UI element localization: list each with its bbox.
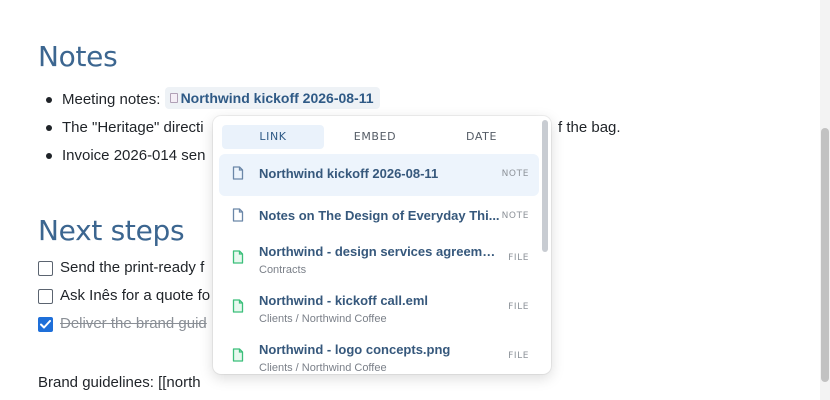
bullet-text-tail: f the bag. — [558, 119, 621, 136]
next-steps-heading: Next steps — [38, 214, 185, 247]
task-item: Deliver the brand guid — [38, 310, 210, 338]
file-icon — [232, 250, 244, 264]
suggestion-kind: FILE — [508, 351, 529, 361]
bullet-item: Meeting notes: Northwind kickoff 2026-08… — [38, 86, 380, 114]
suggestion-title: Notes on The Design of Everyday Thi... — [259, 208, 500, 223]
suggestion-item[interactable]: Northwind kickoff 2026-08-11 NOTE — [219, 154, 539, 196]
task-text: Send the print-ready f — [60, 259, 205, 276]
checkmark-icon — [40, 319, 51, 328]
suggestion-title: Northwind - logo concepts.png — [259, 342, 451, 357]
suggestion-title: Northwind - design services agreemen... — [259, 244, 501, 259]
task-text: Ask Inês for a quote fo — [60, 287, 211, 304]
suggestion-item[interactable]: Northwind - logo concepts.png Clients / … — [219, 336, 539, 374]
tab-date[interactable]: DATE — [426, 125, 537, 149]
editor-scrollbar-thumb[interactable] — [821, 128, 829, 382]
suggestion-path: Clients / Northwind Coffee — [259, 362, 387, 374]
popover-scrollbar-thumb[interactable] — [542, 120, 548, 252]
bullet-text: The "Heritage" directi — [62, 119, 204, 136]
task-checkbox-checked[interactable] — [38, 316, 53, 332]
task-list: Send the print-ready f Ask Inês for a qu… — [38, 254, 210, 338]
tab-embed[interactable]: EMBED — [324, 125, 426, 149]
suggestion-item[interactable]: Northwind - design services agreemen... … — [219, 238, 539, 287]
suggestion-path: Clients / Northwind Coffee — [259, 313, 387, 325]
suggestion-kind: NOTE — [501, 211, 529, 221]
file-icon — [232, 299, 244, 313]
note-icon — [169, 93, 178, 103]
task-checkbox[interactable] — [38, 288, 53, 304]
notes-heading: Notes — [38, 40, 118, 73]
popover-tabs: LINK EMBED DATE — [222, 125, 537, 149]
suggestion-kind: FILE — [508, 253, 529, 263]
task-item: Ask Inês for a quote fo — [38, 282, 210, 310]
suggestion-title: Northwind kickoff 2026-08-11 — [259, 166, 439, 181]
suggestion-item[interactable]: Northwind - kickoff call.eml Clients / N… — [219, 287, 539, 336]
note-icon — [232, 208, 244, 222]
note-mention-link[interactable]: Northwind kickoff 2026-08-11 — [164, 87, 380, 109]
note-icon — [232, 166, 244, 180]
suggestion-list: Northwind kickoff 2026-08-11 NOTE Notes … — [219, 154, 539, 374]
file-icon — [232, 348, 244, 362]
brand-guidelines-line[interactable]: Brand guidelines: [[north — [38, 374, 201, 391]
bullet-prefix: Meeting notes: — [62, 91, 165, 108]
suggestion-kind: FILE — [508, 302, 529, 312]
tab-link[interactable]: LINK — [222, 125, 324, 149]
suggestion-path: Contracts — [259, 264, 307, 276]
bullet-text: Invoice 2026-014 sen — [62, 147, 206, 164]
task-checkbox[interactable] — [38, 260, 53, 276]
mention-label: Northwind kickoff 2026-08-11 — [180, 90, 374, 106]
suggestion-kind: NOTE — [501, 169, 529, 179]
suggestion-item[interactable]: Notes on The Design of Everyday Thi... N… — [219, 196, 539, 238]
link-autocomplete-popover: LINK EMBED DATE Northwind kickoff 2026-0… — [213, 116, 551, 374]
task-text: Deliver the brand guid — [60, 315, 207, 332]
suggestion-title: Northwind - kickoff call.eml — [259, 293, 429, 308]
task-item: Send the print-ready f — [38, 254, 210, 282]
